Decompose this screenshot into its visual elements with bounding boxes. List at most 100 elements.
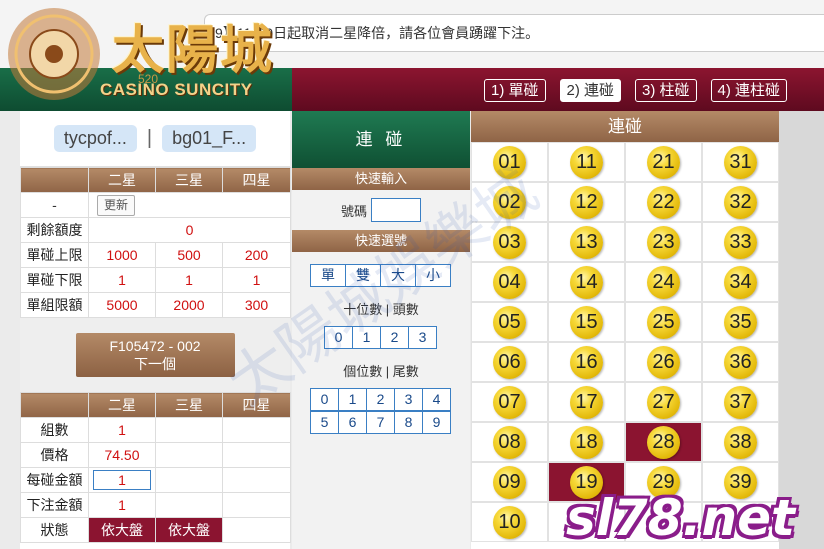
number-ball[interactable]: 31 [724,145,757,179]
number-cell-26[interactable]: 26 [625,342,702,382]
number-cell-37[interactable]: 37 [702,382,779,422]
number-ball[interactable]: 25 [647,305,680,339]
number-cell-32[interactable]: 32 [702,182,779,222]
total-amount-value: 1 [88,492,156,518]
units-8-button[interactable]: 8 [394,411,423,434]
number-cell-13[interactable]: 13 [548,222,625,262]
units-3-button[interactable]: 3 [394,388,423,411]
units-9-button[interactable]: 9 [422,411,451,434]
number-ball[interactable]: 24 [647,265,680,299]
number-cell-11[interactable]: 11 [548,142,625,182]
small-button[interactable]: 小 [415,264,451,287]
number-cell-17[interactable]: 17 [548,382,625,422]
number-ball[interactable]: 14 [570,265,603,299]
number-cell-10[interactable]: 10 [471,502,548,542]
number-cell-05[interactable]: 05 [471,302,548,342]
tab-combo-pillar[interactable]: 4) 連柱碰 [710,79,788,102]
number-cell-09[interactable]: 09 [471,462,548,502]
number-ball[interactable]: 11 [570,145,603,179]
number-ball[interactable]: 34 [724,265,757,299]
number-cell-31[interactable]: 31 [702,142,779,182]
big-button[interactable]: 大 [380,264,416,287]
number-ball[interactable]: 21 [647,145,680,179]
number-cell-04[interactable]: 04 [471,262,548,302]
tens-0-button[interactable]: 0 [324,326,353,349]
user-chip-1[interactable]: tycpof... [53,125,137,152]
units-6-button[interactable]: 6 [338,411,367,434]
number-ball[interactable]: 23 [647,225,680,259]
number-ball[interactable]: 38 [724,425,757,459]
lower-limit-3star: 1 [155,267,223,293]
number-cell-36[interactable]: 36 [702,342,779,382]
number-ball[interactable]: 17 [570,385,603,419]
number-cell-23[interactable]: 23 [625,222,702,262]
tens-1-button[interactable]: 1 [352,326,381,349]
number-cell-03[interactable]: 03 [471,222,548,262]
number-cell-34[interactable]: 34 [702,262,779,302]
number-ball[interactable]: 08 [493,425,526,459]
next-button[interactable]: F105472 - 002 下一個 [75,333,235,377]
number-ball[interactable]: 07 [493,385,526,419]
number-cell-14[interactable]: 14 [548,262,625,302]
number-ball[interactable]: 06 [493,345,526,379]
refresh-button[interactable]: 更新 [97,195,136,216]
number-ball[interactable]: 18 [570,425,603,459]
number-cell-01[interactable]: 01 [471,142,548,182]
bet-header-4star: 四星 [222,392,291,418]
tens-3-button[interactable]: 3 [408,326,437,349]
number-ball[interactable]: 33 [724,225,757,259]
units-7-button[interactable]: 7 [366,411,395,434]
number-ball[interactable]: 13 [570,225,603,259]
units-1-button[interactable]: 1 [338,388,367,411]
number-ball[interactable]: 04 [493,265,526,299]
tab-pillar[interactable]: 3) 柱碰 [635,79,697,102]
number-ball[interactable]: 35 [724,305,757,339]
number-ball[interactable]: 36 [724,345,757,379]
number-ball[interactable]: 37 [724,385,757,419]
number-cell-18[interactable]: 18 [548,422,625,462]
number-cell-38[interactable]: 38 [702,422,779,462]
number-ball[interactable]: 28 [647,425,680,459]
number-input[interactable] [371,198,421,222]
number-ball[interactable]: 12 [570,185,603,219]
tab-single[interactable]: 1) 單碰 [484,79,546,102]
number-ball[interactable]: 10 [493,505,526,539]
number-cell-02[interactable]: 02 [471,182,548,222]
units-0-button[interactable]: 0 [310,388,339,411]
number-ball[interactable]: 05 [493,305,526,339]
number-cell-25[interactable]: 25 [625,302,702,342]
number-cell-12[interactable]: 12 [548,182,625,222]
number-ball[interactable]: 15 [570,305,603,339]
number-cell-27[interactable]: 27 [625,382,702,422]
units-5-button[interactable]: 5 [310,411,339,434]
each-amount-input[interactable]: 1 [93,470,151,490]
number-cell-21[interactable]: 21 [625,142,702,182]
number-cell-16[interactable]: 16 [548,342,625,382]
number-ball[interactable]: 16 [570,345,603,379]
odd-button[interactable]: 單 [310,264,346,287]
number-ball[interactable]: 01 [493,145,526,179]
number-cell-06[interactable]: 06 [471,342,548,382]
number-ball[interactable]: 09 [493,465,526,499]
limits-header-blank [20,167,89,193]
number-cell-08[interactable]: 08 [471,422,548,462]
number-ball[interactable]: 32 [724,185,757,219]
units-4-button[interactable]: 4 [422,388,451,411]
number-ball[interactable]: 22 [647,185,680,219]
number-ball[interactable]: 26 [647,345,680,379]
number-ball[interactable]: 27 [647,385,680,419]
tab-combo[interactable]: 2) 連碰 [559,79,622,102]
number-cell-15[interactable]: 15 [548,302,625,342]
number-cell-35[interactable]: 35 [702,302,779,342]
number-ball[interactable]: 02 [493,185,526,219]
even-button[interactable]: 雙 [345,264,381,287]
number-cell-28[interactable]: 28 [625,422,702,462]
number-cell-22[interactable]: 22 [625,182,702,222]
number-cell-24[interactable]: 24 [625,262,702,302]
number-cell-07[interactable]: 07 [471,382,548,422]
number-cell-33[interactable]: 33 [702,222,779,262]
units-2-button[interactable]: 2 [366,388,395,411]
tens-2-button[interactable]: 2 [380,326,409,349]
number-ball[interactable]: 03 [493,225,526,259]
user-chip-2[interactable]: bg01_F... [162,125,257,152]
